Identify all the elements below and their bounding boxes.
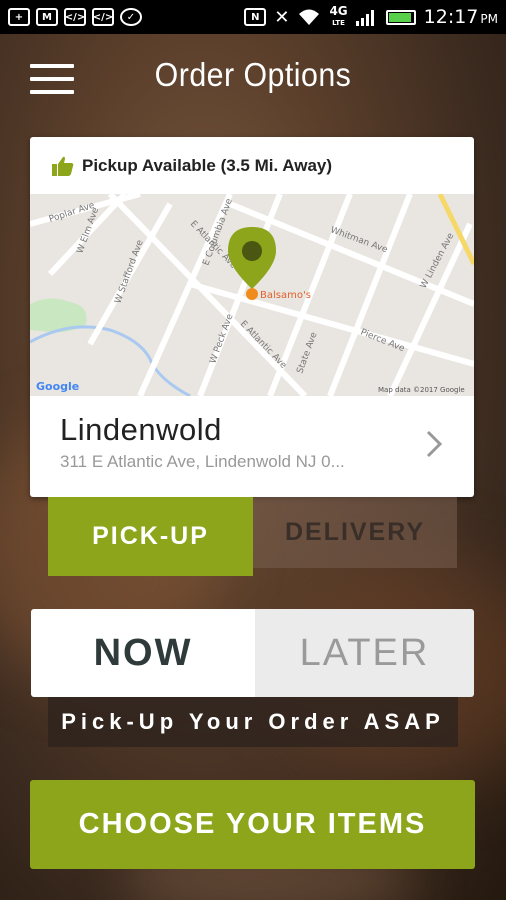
pickup-status-text: Pickup Available (3.5 Mi. Away) [82, 155, 333, 175]
mute-icon: ✕ [274, 6, 290, 28]
page-title: Order Options [154, 56, 352, 93]
clock: 12:17 PM [423, 6, 498, 28]
pickup-availability: Pickup Available (3.5 Mi. Away) [30, 137, 474, 194]
thumbs-up-icon [52, 156, 74, 176]
gmail-icon: M [36, 8, 58, 26]
svg-text:Google: Google [36, 380, 79, 393]
signal-icon [355, 10, 374, 26]
choose-items-button[interactable]: CHOOSE YOUR ITEMS [30, 780, 475, 869]
4g-lte-icon: 4G LTE [329, 4, 348, 27]
chevron-right-icon [426, 430, 443, 458]
pickup-button[interactable]: PICK-UP [48, 497, 253, 576]
wifi-icon [299, 9, 320, 25]
location-name: Lindenwold [60, 412, 222, 447]
location-card: Pickup Available (3.5 Mi. Away) Poplar A… [30, 137, 474, 497]
header: Order Options [0, 34, 506, 124]
add-icon: + [8, 8, 30, 26]
svg-text:Map data ©2017 Google: Map data ©2017 Google [378, 386, 465, 394]
svg-text:Balsamo's: Balsamo's [260, 290, 311, 301]
map[interactable]: Poplar Ave W Elm Ave W Stafford Ave E At… [30, 194, 474, 396]
delivery-button[interactable]: DELIVERY [253, 497, 457, 568]
code-icon: </> [92, 8, 114, 26]
location-selector[interactable]: Lindenwold 311 E Atlantic Ave, Lindenwol… [30, 396, 474, 497]
location-address: 311 E Atlantic Ave, Lindenwold NJ 0... [60, 452, 345, 471]
messenger-icon: ✓ [120, 8, 142, 26]
code-icon: </> [64, 8, 86, 26]
battery-icon [385, 9, 416, 25]
now-button[interactable]: NOW [31, 609, 255, 697]
later-button[interactable]: LATER [255, 609, 474, 697]
nfc-icon: N [244, 8, 267, 26]
timing-message: Pick-Up Your Order ASAP [48, 697, 458, 747]
status-bar: + M </> </> ✓ N ✕ 4G LTE 12:17 PM [0, 0, 506, 34]
